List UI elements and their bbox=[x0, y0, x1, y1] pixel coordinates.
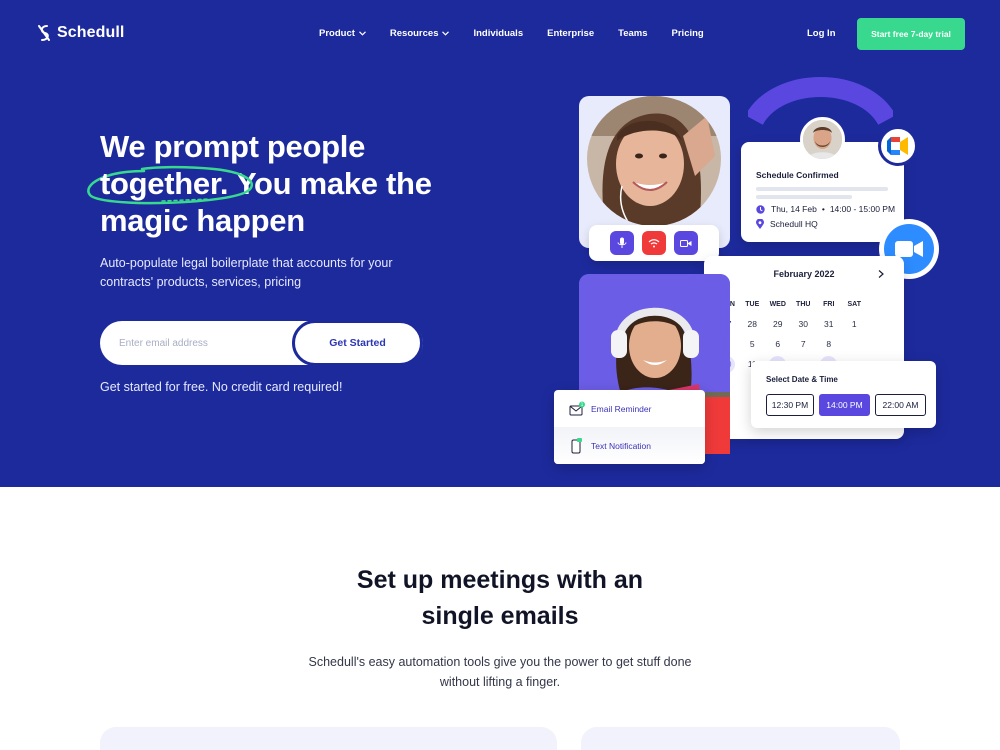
mic-button[interactable] bbox=[610, 231, 634, 255]
chevron-down-icon bbox=[442, 31, 450, 36]
nav-item-enterprise[interactable]: Enterprise bbox=[547, 28, 594, 39]
nav-item-product[interactable]: Product bbox=[319, 28, 366, 39]
section-subtitle: Schedull's easy automation tools give yo… bbox=[0, 652, 1000, 692]
calendar-week-row: 4 5 6 7 8 bbox=[714, 334, 904, 354]
confirm-title: Schedule Confirmed bbox=[756, 170, 839, 180]
weekday-thu: THU bbox=[796, 300, 811, 308]
camera-button[interactable] bbox=[674, 231, 698, 255]
nav-item-label: Enterprise bbox=[547, 28, 595, 39]
email-reminder-label: Email Reminder bbox=[591, 403, 652, 414]
calendar-day[interactable]: 1 bbox=[842, 319, 868, 329]
nav-item-label: Pricing bbox=[671, 28, 704, 39]
calendar-day[interactable]: 31 bbox=[816, 319, 842, 329]
headline-highlight: together. bbox=[87, 165, 253, 205]
email-input[interactable] bbox=[100, 321, 300, 365]
calendar-day[interactable]: 7 bbox=[791, 339, 817, 349]
chevron-down-icon bbox=[358, 31, 366, 36]
wifi-icon bbox=[648, 239, 660, 248]
text-notification-label: Text Notification bbox=[591, 440, 651, 451]
calendar-day[interactable]: 8 bbox=[816, 339, 842, 349]
select-title: Select Date & Time bbox=[766, 375, 838, 384]
time-slot-button[interactable]: 22:00 AM bbox=[875, 394, 926, 416]
nav-item-resources[interactable]: Resources bbox=[390, 28, 450, 39]
video-participant-photo bbox=[587, 96, 721, 226]
host-avatar bbox=[800, 117, 845, 162]
calendar-day[interactable]: 5 bbox=[740, 339, 766, 349]
mobile-phone-icon bbox=[569, 437, 585, 454]
location-pin-icon bbox=[756, 219, 764, 229]
hero-headline: We prompt people together. You make the … bbox=[87, 128, 480, 239]
text-notification-row[interactable]: Text Notification bbox=[554, 427, 705, 464]
hero-section: Schedull Product Resources Individuals E… bbox=[0, 0, 1000, 487]
placeholder-line bbox=[756, 195, 852, 199]
section-title: Set up meetings with an single emails bbox=[0, 562, 1000, 634]
feature-card bbox=[581, 727, 900, 750]
chevron-right-icon[interactable] bbox=[878, 270, 884, 278]
weekday-fri: FRI bbox=[823, 300, 835, 308]
envelope-icon: 1 bbox=[569, 401, 585, 417]
google-meet-icon bbox=[887, 137, 908, 155]
section-title-line2: single emails bbox=[421, 602, 579, 630]
confirm-time: 14:00 - 15:00 PM bbox=[829, 204, 896, 214]
free-note: Get started for free. No credit card req… bbox=[100, 380, 343, 394]
nav-item-pricing[interactable]: Pricing bbox=[672, 28, 704, 39]
weekday-tue: TUE bbox=[745, 300, 760, 308]
section-subtitle-line1: Schedull's easy automation tools give yo… bbox=[308, 655, 692, 669]
microphone-icon bbox=[617, 237, 627, 248]
nav-item-teams[interactable]: Teams bbox=[618, 28, 647, 39]
get-started-button[interactable]: Get Started bbox=[292, 320, 423, 366]
login-link[interactable]: Log In bbox=[807, 28, 836, 39]
time-slot-row: 12:30 PM 14:00 PM 22:00 AM bbox=[766, 394, 926, 416]
google-meet-badge bbox=[878, 126, 918, 166]
placeholder-line bbox=[756, 187, 888, 191]
nav-item-label: Individuals bbox=[473, 28, 524, 39]
bullet-separator: • bbox=[821, 204, 825, 214]
time-slot-button-selected[interactable]: 14:00 PM bbox=[819, 394, 870, 416]
calendar-month: February 2022 bbox=[773, 269, 835, 279]
confirm-datetime: Thu, 14 Feb • 14:00 - 15:00 PM bbox=[756, 204, 895, 214]
email-reminder-row[interactable]: 1 Email Reminder bbox=[554, 390, 705, 427]
calendar-weekday-row: MON TUE WED THU FRI SAT bbox=[714, 294, 904, 314]
brand-logo[interactable]: Schedull bbox=[35, 23, 124, 43]
calendar-week-row: 27 28 29 30 31 1 bbox=[714, 314, 904, 334]
clock-icon bbox=[756, 204, 765, 214]
select-datetime-card: Select Date & Time 12:30 PM 14:00 PM 22:… bbox=[751, 361, 936, 428]
start-trial-button[interactable]: Start free 7-day trial bbox=[857, 18, 965, 50]
headline-highlight-word: together. bbox=[100, 166, 229, 201]
nav-item-label: Product bbox=[319, 28, 355, 39]
confirm-location-row: Schedull HQ bbox=[756, 219, 818, 229]
hero-subtext: Auto-populate legal boilerplate that acc… bbox=[100, 256, 393, 289]
nav-item-label: Teams bbox=[618, 28, 648, 39]
section-subtitle-line2: without lifting a finger. bbox=[439, 675, 561, 689]
headline-part1: We prompt people bbox=[100, 129, 366, 164]
nav-item-individuals[interactable]: Individuals bbox=[473, 28, 523, 39]
calendar-day[interactable]: 6 bbox=[765, 339, 791, 349]
calendar-day[interactable]: 30 bbox=[791, 319, 817, 329]
main-nav: Product Resources Individuals Enterprise… bbox=[319, 28, 728, 39]
call-controls bbox=[589, 225, 719, 261]
feature-card bbox=[100, 727, 557, 750]
notifications-card: 1 Email Reminder Text Notification bbox=[554, 390, 705, 464]
svg-text:1: 1 bbox=[581, 402, 584, 407]
end-call-button[interactable] bbox=[642, 231, 666, 255]
confirm-location: Schedull HQ bbox=[770, 219, 818, 229]
time-slot-button[interactable]: 12:30 PM bbox=[766, 394, 814, 416]
nav-item-label: Resources bbox=[389, 28, 439, 39]
calendar-day[interactable]: 28 bbox=[740, 319, 766, 329]
video-camera-icon bbox=[680, 239, 692, 247]
logo-icon bbox=[38, 25, 50, 41]
weekday-wed: WED bbox=[769, 300, 786, 308]
weekday-sat: SAT bbox=[847, 300, 861, 308]
calendar-day[interactable]: 29 bbox=[765, 319, 791, 329]
brand-name: Schedull bbox=[57, 24, 125, 41]
confirm-date: Thu, 14 Feb bbox=[771, 204, 817, 214]
section-title-line1: Set up meetings with an bbox=[356, 566, 644, 594]
